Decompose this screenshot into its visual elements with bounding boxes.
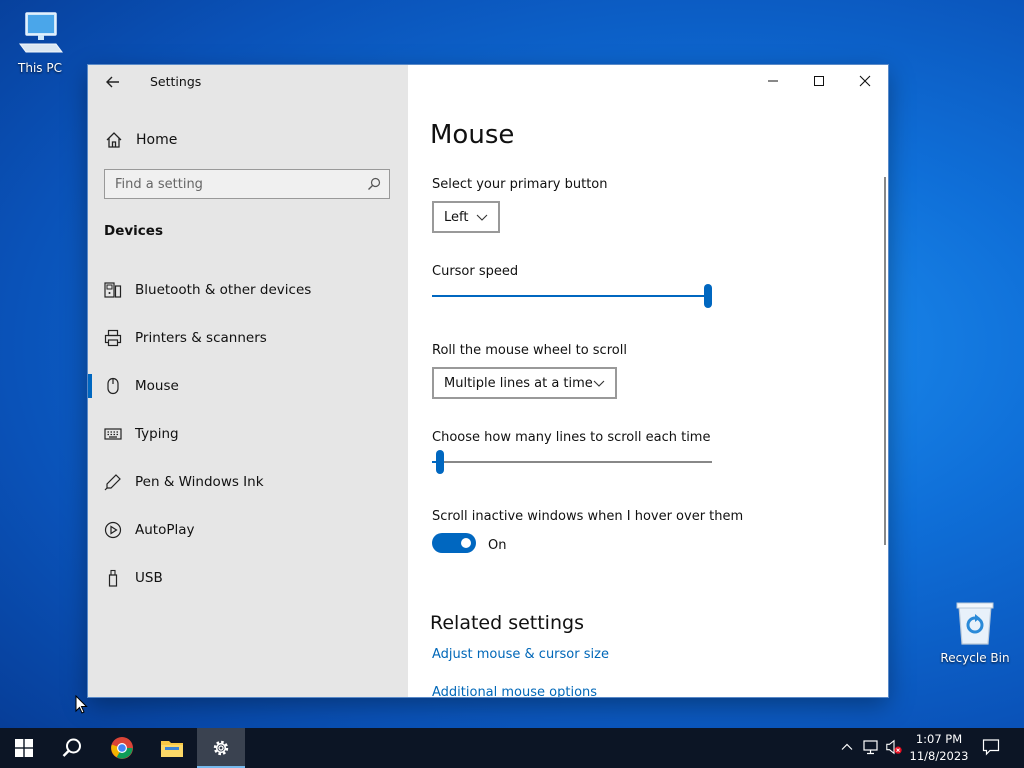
notifications-button[interactable] (982, 738, 1000, 756)
chrome-taskbar-button[interactable] (98, 728, 146, 768)
maximize-icon (814, 76, 824, 86)
search-taskbar-button[interactable] (48, 728, 96, 768)
maximize-button[interactable] (796, 65, 842, 97)
section-title-devices: Devices (104, 223, 163, 239)
adjust-cursor-size-link[interactable]: Adjust mouse & cursor size (432, 647, 609, 662)
volume-muted-icon (886, 739, 902, 755)
gear-icon (213, 740, 229, 756)
active-indicator (88, 374, 92, 398)
slider-thumb[interactable] (436, 450, 444, 474)
close-button[interactable] (842, 65, 888, 97)
pen-icon (104, 473, 122, 491)
sidebar-item-mouse[interactable]: Mouse (88, 366, 408, 406)
windows-logo-icon (15, 739, 33, 757)
bluetooth-devices-icon (104, 281, 122, 299)
sidebar-item-label: Pen & Windows Ink (135, 474, 264, 490)
file-explorer-taskbar-button[interactable] (148, 728, 196, 768)
recycle-bin-desktop-icon[interactable]: Recycle Bin (935, 600, 1015, 665)
network-tray-button[interactable] (862, 738, 880, 756)
clock-time: 1:07 PM (915, 732, 963, 746)
notification-icon (982, 739, 1000, 756)
sidebar: Settings Home Devices Bluetooth & other … (88, 65, 408, 697)
lines-slider[interactable] (432, 450, 712, 474)
lines-label: Choose how many lines to scroll each tim… (432, 430, 711, 445)
chevron-down-icon (476, 214, 488, 221)
scroll-value: Multiple lines at a time (444, 375, 593, 391)
usb-icon (104, 569, 122, 587)
show-hidden-icons-button[interactable] (838, 738, 856, 756)
home-icon (106, 132, 122, 148)
settings-window: Settings Home Devices Bluetooth & other … (88, 65, 888, 697)
chevron-down-icon (593, 380, 605, 387)
recycle-bin-label: Recycle Bin (940, 651, 1010, 665)
slider-fill (432, 295, 712, 297)
chrome-icon (111, 737, 133, 759)
recycle-bin-icon (956, 602, 994, 645)
sidebar-item-bluetooth[interactable]: Bluetooth & other devices (88, 270, 408, 310)
sidebar-item-label: USB (135, 570, 163, 586)
mouse-icon (104, 377, 122, 395)
home-label: Home (136, 132, 178, 148)
sidebar-item-label: Mouse (135, 378, 179, 394)
close-icon (859, 75, 871, 87)
start-button[interactable] (0, 728, 48, 768)
sidebar-item-autoplay[interactable]: AutoPlay (88, 510, 408, 550)
home-nav-item[interactable]: Home (104, 128, 177, 152)
cursor-speed-label: Cursor speed (432, 264, 519, 279)
back-button[interactable] (104, 73, 122, 91)
cursor-speed-slider[interactable] (432, 284, 712, 308)
keyboard-icon (104, 425, 122, 443)
sidebar-item-typing[interactable]: Typing (88, 414, 408, 454)
sidebar-item-printers[interactable]: Printers & scanners (88, 318, 408, 358)
computer-icon (19, 12, 63, 53)
printer-icon (104, 329, 122, 347)
taskbar: 1:07 PM 11/8/2023 (0, 728, 1024, 768)
this-pc-desktop-icon[interactable]: This PC (0, 10, 80, 75)
inactive-scroll-toggle[interactable] (432, 533, 476, 553)
sidebar-item-pen[interactable]: Pen & Windows Ink (88, 462, 408, 502)
sidebar-item-label: Typing (135, 426, 179, 442)
page-title: Mouse (430, 120, 515, 150)
settings-taskbar-button[interactable] (197, 728, 245, 768)
minimize-button[interactable] (750, 65, 796, 97)
search-input[interactable] (105, 170, 355, 198)
scroll-label: Roll the mouse wheel to scroll (432, 343, 627, 358)
titlebar: Settings (88, 65, 408, 97)
search-icon (62, 738, 81, 757)
toggle-knob (461, 538, 471, 548)
sidebar-item-label: AutoPlay (135, 522, 195, 538)
primary-button-label: Select your primary button (432, 177, 608, 192)
related-settings-title: Related settings (430, 612, 584, 634)
chevron-up-icon (841, 743, 853, 750)
network-icon (863, 740, 878, 755)
sidebar-item-label: Bluetooth & other devices (135, 282, 312, 298)
folder-icon (161, 741, 183, 757)
slider-track (432, 461, 712, 463)
scrollbar[interactable] (884, 177, 886, 545)
autoplay-icon (104, 521, 122, 539)
primary-button-dropdown[interactable]: Left (432, 201, 500, 233)
this-pc-label: This PC (18, 61, 62, 75)
sidebar-item-label: Printers & scanners (135, 330, 267, 346)
slider-thumb[interactable] (704, 284, 712, 308)
mouse-pointer-icon (75, 695, 88, 714)
volume-tray-button[interactable] (885, 738, 903, 756)
search-box (104, 169, 390, 199)
primary-button-value: Left (444, 209, 469, 225)
toggle-state-text: On (488, 538, 507, 553)
window-title: Settings (150, 74, 202, 89)
search-icon[interactable] (367, 177, 381, 191)
scroll-dropdown[interactable]: Multiple lines at a time (432, 367, 617, 399)
clock[interactable]: 1:07 PM 11/8/2023 (908, 731, 970, 765)
sidebar-item-usb[interactable]: USB (88, 558, 408, 598)
additional-mouse-options-link[interactable]: Additional mouse options (432, 685, 597, 697)
back-arrow-icon (106, 76, 119, 88)
main-content: Mouse Select your primary button Left Cu… (408, 65, 888, 697)
inactive-scroll-label: Scroll inactive windows when I hover ove… (432, 509, 744, 524)
clock-date: 11/8/2023 (909, 749, 969, 763)
minimize-icon (768, 80, 778, 82)
